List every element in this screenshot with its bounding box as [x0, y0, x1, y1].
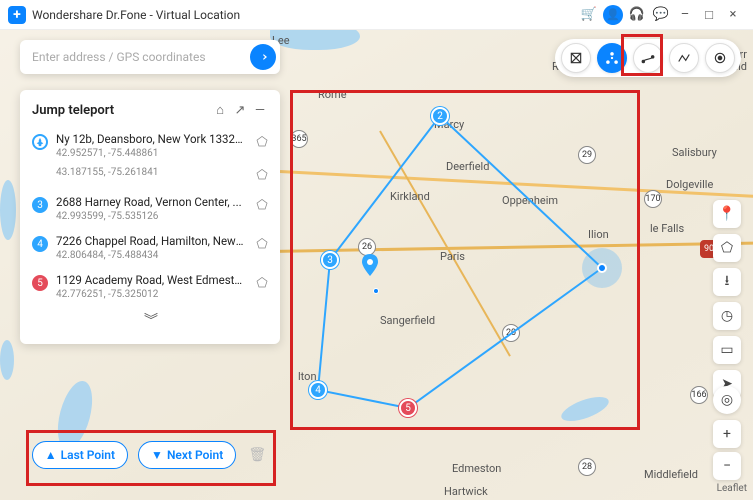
arrow-up-icon: ▲: [45, 448, 57, 462]
route-shield: 365: [290, 130, 308, 148]
map-side-buttons: 📍 ⬠ ⭳ ◷ ▭ ➤: [713, 200, 741, 398]
last-point-button[interactable]: ▲ Last Point: [32, 441, 128, 469]
footer-controls: ▲ Last Point ▼ Next Point 🗑: [20, 430, 280, 480]
import-gpx-icon[interactable]: ⭳: [713, 268, 741, 296]
jump-teleport-panel: Jump teleport ⌂ ↗ — Ny 12b, Deansboro, N…: [20, 90, 280, 344]
list-item-coords: 43.187155, -75.261841: [56, 167, 246, 178]
small-dot: [373, 288, 379, 294]
list-item-coords: 42.952571, -75.448861: [56, 148, 246, 159]
current-location-marker: [582, 248, 622, 288]
cart-icon[interactable]: 🛒: [577, 3, 601, 27]
map-label: Sangerfield: [380, 314, 435, 327]
panel-title: Jump teleport: [32, 103, 210, 118]
zoom-in-button[interactable]: +: [713, 420, 741, 448]
list-item-address: 7226 Chappel Road, Hamilton, New ...: [56, 234, 246, 248]
delete-icon[interactable]: 🗑: [246, 447, 268, 463]
google-maps-icon[interactable]: 📍: [713, 200, 741, 228]
waypoint-num: 4: [32, 236, 48, 252]
waypoint-3[interactable]: 3: [321, 251, 339, 269]
user-avatar[interactable]: 👤: [601, 3, 625, 27]
favorite-icon[interactable]: ⬠: [254, 134, 270, 150]
map-label: Salisbury: [672, 146, 717, 159]
map-mode-toolbar: [555, 40, 741, 76]
route-shield: 170: [644, 190, 662, 208]
waypoint-num: 3: [32, 197, 48, 213]
waypoint-start-icon: [32, 134, 48, 150]
arrow-down-icon: ▼: [151, 448, 163, 462]
waypoint-2[interactable]: 2: [431, 107, 449, 125]
map-label: Oppenheim: [502, 194, 558, 207]
jump-teleport-mode-icon[interactable]: [597, 43, 627, 73]
route-shield: 29: [578, 146, 596, 164]
location-pin-icon: [361, 254, 379, 280]
list-item[interactable]: 5 1129 Academy Road, West Edmesto... 42.…: [20, 267, 280, 306]
waypoint-5[interactable]: 5: [399, 399, 417, 417]
next-point-label: Next Point: [167, 448, 223, 462]
last-point-label: Last Point: [61, 448, 115, 462]
waypoint-num: 5: [32, 275, 48, 291]
waypoint-4[interactable]: 4: [309, 381, 327, 399]
favorite-icon[interactable]: ⬠: [254, 197, 270, 213]
export-icon[interactable]: ↗: [230, 100, 250, 120]
route-shield: 20: [502, 324, 520, 342]
leaflet-credit: Leaflet: [717, 483, 747, 494]
feedback-icon[interactable]: 💬: [649, 3, 673, 27]
map-label: Ilion: [588, 228, 609, 241]
teleport-mode-icon[interactable]: [561, 43, 591, 73]
map-label: Edmeston: [452, 462, 501, 475]
map-label: Rome: [318, 88, 347, 101]
search-go-button[interactable]: [250, 44, 276, 70]
zoom-out-button[interactable]: −: [713, 452, 741, 480]
history-icon[interactable]: ◷: [713, 302, 741, 330]
favorite-icon[interactable]: ⬠: [254, 236, 270, 252]
map-label: Paris: [440, 250, 465, 263]
home-icon[interactable]: ⌂: [210, 100, 230, 120]
list-item-coords: 42.776251, -75.325012: [56, 289, 246, 300]
device-icon[interactable]: ▭: [713, 336, 741, 364]
one-stop-route-icon[interactable]: [633, 43, 663, 73]
joystick-mode-icon[interactable]: [705, 43, 735, 73]
list-item[interactable]: 4 7226 Chappel Road, Hamilton, New ... 4…: [20, 228, 280, 267]
collapse-icon[interactable]: —: [250, 100, 270, 120]
maximize-button[interactable]: □: [697, 3, 721, 27]
next-point-button[interactable]: ▼ Next Point: [138, 441, 236, 469]
app-icon: +: [8, 6, 26, 24]
list-item-address: 1129 Academy Road, West Edmesto...: [56, 273, 246, 287]
search-bar: [20, 40, 280, 74]
list-item-coords: 42.993599, -75.535126: [56, 211, 246, 222]
titlebar: + Wondershare Dr.Fone - Virtual Location…: [0, 0, 753, 30]
favorite-icon[interactable]: ⬠: [254, 275, 270, 291]
headset-icon[interactable]: 🎧: [625, 3, 649, 27]
close-button[interactable]: ×: [721, 3, 745, 27]
recenter-button[interactable]: ◎: [713, 386, 741, 414]
list-item[interactable]: Ny 12b, Deansboro, New York 13328, Un...…: [20, 126, 280, 165]
waypoint-list: Ny 12b, Deansboro, New York 13328, Un...…: [20, 126, 280, 306]
list-item-coords: 42.806484, -75.488434: [56, 250, 246, 261]
app-title: Wondershare Dr.Fone - Virtual Location: [32, 8, 577, 22]
zoom-controls: + −: [713, 420, 741, 480]
route-shield: 166: [690, 386, 708, 404]
expand-list-icon[interactable]: ︾: [20, 306, 280, 332]
list-item[interactable]: 43.187155, -75.261841 ⬠: [20, 165, 280, 189]
map-label: Dolgeville: [666, 178, 713, 191]
minimize-button[interactable]: –: [673, 3, 697, 27]
map-label: Kirkland: [390, 190, 430, 203]
multi-stop-route-icon[interactable]: [669, 43, 699, 73]
list-item[interactable]: 3 2688 Harney Road, Vernon Center, ... 4…: [20, 189, 280, 228]
list-item-address: Ny 12b, Deansboro, New York 13328, Un...: [56, 132, 246, 146]
route-shield: 28: [578, 458, 596, 476]
map-label: Deerfield: [446, 160, 489, 173]
favorite-icon[interactable]: ⬠: [254, 167, 270, 183]
list-item-address: 2688 Harney Road, Vernon Center, ...: [56, 195, 246, 209]
map-label: le Falls: [650, 222, 684, 235]
favorite-places-icon[interactable]: ⬠: [713, 234, 741, 262]
map-label: Middlefield: [644, 468, 698, 481]
search-input[interactable]: [32, 50, 250, 64]
map-label: Hartwick: [444, 485, 488, 498]
